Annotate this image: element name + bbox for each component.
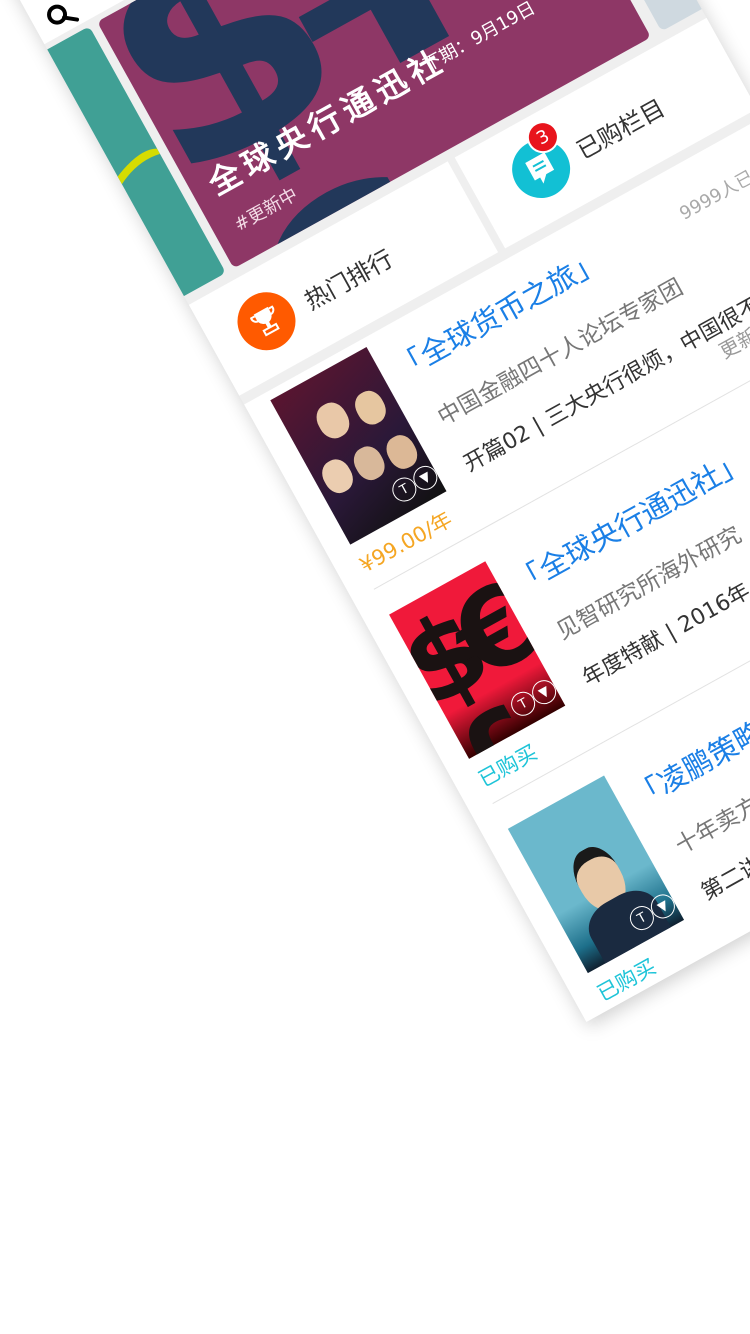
item-subscriber-count: 9999人已	[676, 166, 750, 225]
item-latest: 第二讲	[697, 851, 750, 906]
bookmark-message-icon: 3	[501, 115, 581, 209]
item-author: 十年卖方	[671, 792, 750, 860]
app-screen: $¥€ 全球央行通迅社 下期：9月19日 #更新中 热门排行 3 已购栏目 T …	[0, 0, 750, 1023]
notification-badge: 3	[521, 115, 565, 159]
hot-ranking-label: 热门排行	[300, 244, 398, 316]
trophy-icon	[227, 281, 306, 361]
search-icon[interactable]	[45, 1, 85, 31]
purchased-columns-label: 已购栏目	[572, 93, 670, 165]
